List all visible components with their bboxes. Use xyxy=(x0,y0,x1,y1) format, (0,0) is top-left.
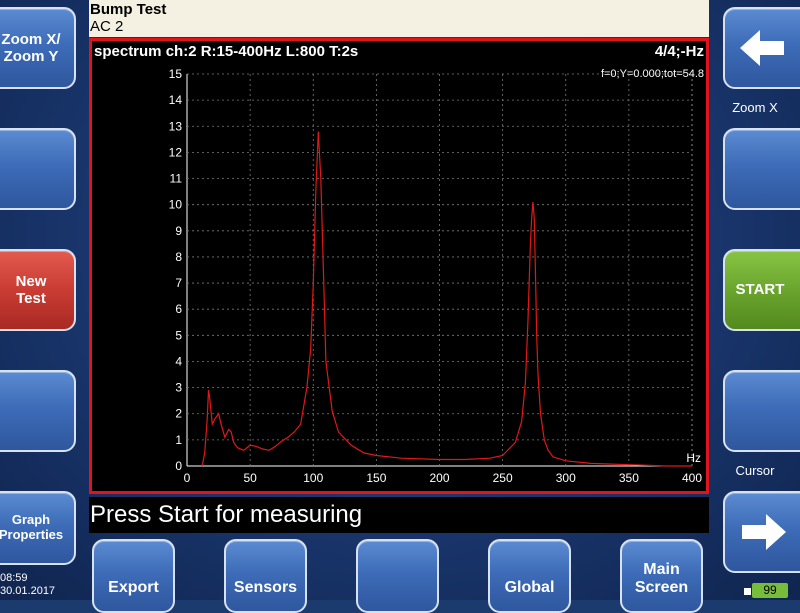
spectrum-chart[interactable]: spectrum ch:2 R:15-400Hz L:800 T:2s 4/4;… xyxy=(89,38,709,494)
left-blank-button-1[interactable] xyxy=(0,128,76,210)
x-tick-label: 50 xyxy=(243,471,257,485)
graph-properties-button[interactable]: Graph Properties xyxy=(0,491,76,565)
export-label: Export xyxy=(108,579,159,596)
sensors-label: Sensors xyxy=(233,579,298,596)
arrow-left-icon xyxy=(740,28,786,68)
y-tick-label: 14 xyxy=(169,93,183,107)
new-test-button[interactable]: New Test xyxy=(0,249,76,331)
sensors-button[interactable]: Sensors xyxy=(224,539,307,613)
chart-title: spectrum ch:2 R:15-400Hz L:800 T:2s xyxy=(94,43,358,60)
y-tick-label: 15 xyxy=(169,67,183,81)
y-tick-label: 5 xyxy=(175,328,182,342)
x-unit-label: Hz xyxy=(686,451,701,465)
chart-page-indicator: 4/4;-Hz xyxy=(655,43,704,60)
global-button[interactable]: Global xyxy=(488,539,571,613)
spectrum-plot: spectrum ch:2 R:15-400Hz L:800 T:2s 4/4;… xyxy=(94,43,704,485)
y-tick-label: 10 xyxy=(169,198,183,212)
y-tick-label: 1 xyxy=(175,433,182,447)
graph-properties-label: Graph Properties xyxy=(0,512,64,542)
zoom-xy-button[interactable]: Zoom X/ Zoom Y xyxy=(0,7,76,89)
global-label: Global xyxy=(504,579,555,596)
y-tick-label: 11 xyxy=(170,172,183,186)
test-subtitle: AC 2 xyxy=(90,18,124,35)
counter-badge: 99 xyxy=(752,583,788,598)
y-tick-label: 9 xyxy=(175,224,182,238)
bottom-blank-button[interactable] xyxy=(356,539,439,613)
clock-date: 30.01.2017 xyxy=(0,585,56,597)
x-tick-label: 300 xyxy=(556,471,576,485)
x-tick-label: 350 xyxy=(619,471,639,485)
right-blank-button[interactable] xyxy=(723,370,800,452)
new-test-label: New Test xyxy=(15,272,47,307)
main-screen-button[interactable]: Main Screen xyxy=(620,539,703,613)
zoom-x-label: Zoom X xyxy=(732,100,778,115)
spectrum-trace xyxy=(201,131,692,467)
y-tick-label: 6 xyxy=(175,302,182,316)
cursor-next-button[interactable] xyxy=(723,491,800,573)
zoom-x-button[interactable] xyxy=(723,128,800,210)
back-button[interactable] xyxy=(723,7,800,89)
x-tick-label: 200 xyxy=(429,471,449,485)
y-tick-label: 13 xyxy=(169,119,183,133)
test-title: Bump Test xyxy=(90,1,167,18)
y-tick-label: 7 xyxy=(175,276,182,290)
zoom-xy-label: Zoom X/ Zoom Y xyxy=(1,30,61,65)
counter-indicator-icon xyxy=(744,588,751,595)
y-tick-label: 2 xyxy=(175,407,182,421)
start-button[interactable]: START xyxy=(723,249,800,331)
x-tick-label: 400 xyxy=(682,471,702,485)
y-tick-label: 12 xyxy=(169,145,183,159)
left-blank-button-2[interactable] xyxy=(0,370,76,452)
x-tick-label: 0 xyxy=(184,471,191,485)
test-header: Bump Test AC 2 xyxy=(89,0,709,37)
cursor-label: Cursor xyxy=(735,463,775,478)
export-button[interactable]: Export xyxy=(92,539,175,613)
x-tick-label: 150 xyxy=(366,471,386,485)
y-tick-label: 4 xyxy=(175,354,182,368)
y-tick-label: 8 xyxy=(175,250,182,264)
main-screen-label: Main Screen xyxy=(634,561,689,597)
clock: 08:59 30.01.2017 xyxy=(0,572,55,598)
y-tick-label: 0 xyxy=(175,459,182,473)
arrow-right-icon xyxy=(740,512,786,552)
x-tick-label: 100 xyxy=(303,471,323,485)
status-message: Press Start for measuring xyxy=(89,497,709,533)
start-label: START xyxy=(735,281,785,299)
y-tick-label: 3 xyxy=(175,381,182,395)
x-tick-label: 250 xyxy=(493,471,513,485)
clock-time: 08:59 xyxy=(0,572,28,584)
